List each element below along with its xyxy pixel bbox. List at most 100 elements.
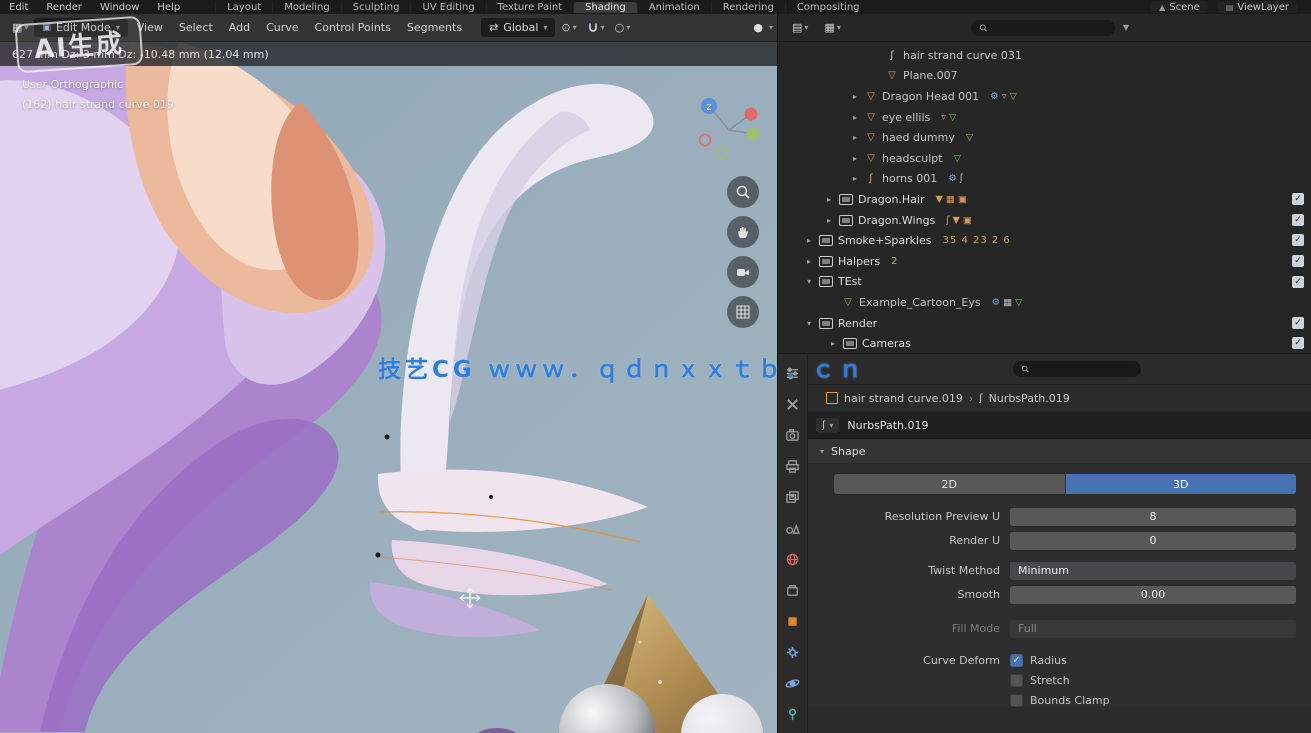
camera-view-button[interactable] <box>727 256 759 288</box>
menu-render[interactable]: Render <box>37 2 91 13</box>
proportional-editing-button[interactable]: ○ ▾ <box>611 19 635 36</box>
expand-arrow-icon[interactable]: ▸ <box>850 174 860 183</box>
navigation-gizmo[interactable]: z <box>691 90 763 162</box>
menu-add[interactable]: Add <box>222 18 257 37</box>
snap-button[interactable]: ▾ <box>583 20 609 36</box>
tab-physics[interactable] <box>780 672 806 694</box>
scene-selector[interactable]: ▲ Scene <box>1151 1 1208 13</box>
expand-arrow-icon[interactable]: ▸ <box>824 195 834 204</box>
expand-arrow-icon[interactable]: ▸ <box>804 236 814 245</box>
menu-window[interactable]: Window <box>91 2 148 13</box>
transform-orientation-selector[interactable]: ⇄ Global ▾ <box>481 18 555 37</box>
render-u-field[interactable]: 0 <box>1010 532 1296 550</box>
datablock-browse-button[interactable]: ʃ ▾ <box>816 418 839 433</box>
tab-tool[interactable] <box>780 393 806 415</box>
workspace-tab-sculpting[interactable]: Sculpting <box>341 2 411 13</box>
pivot-point-button[interactable]: ⊙ ▾ <box>557 19 580 36</box>
outliner-row[interactable]: ʃ hair strand curve 031 <box>778 45 1311 66</box>
outliner-row[interactable]: ▸ ▽ eye ellils ▿ ▽ <box>778 107 1311 128</box>
menu-select[interactable]: Select <box>172 18 220 37</box>
workspace-tab-compositing[interactable]: Compositing <box>785 2 871 13</box>
expand-arrow-icon[interactable]: ▸ <box>850 113 860 122</box>
shape-section-header[interactable]: ▾ Shape <box>808 439 1311 464</box>
workspace-tab-rendering[interactable]: Rendering <box>711 2 785 13</box>
outliner-row[interactable]: ▸ Dragon.Hair ▼ ▦ ▣ <box>778 189 1311 210</box>
outliner-search[interactable] <box>971 20 1115 36</box>
outliner-search-input[interactable] <box>992 21 1106 34</box>
gizmo-neg-x-axis[interactable] <box>700 135 711 146</box>
gizmo-x-axis[interactable] <box>745 108 758 121</box>
workspace-tab-modeling[interactable]: Modeling <box>272 2 341 13</box>
collection-visibility-checkbox[interactable] <box>1292 337 1304 349</box>
outliner-row[interactable]: ▸ Halpers 2 <box>778 251 1311 272</box>
radius-checkbox[interactable] <box>1010 654 1023 667</box>
zoom-button[interactable] <box>727 176 759 208</box>
button-3d[interactable]: 3D <box>1066 474 1297 494</box>
expand-arrow-icon[interactable]: ▾ <box>804 319 814 328</box>
outliner-row[interactable]: ▸ ▽ Dragon Head 001 ⚙ ▿ ▽ <box>778 86 1311 107</box>
bounds-clamp-checkbox[interactable] <box>1010 694 1023 707</box>
outliner-row[interactable]: ▸ ▽ haed dummy ▽ <box>778 127 1311 148</box>
expand-arrow-icon[interactable]: ▸ <box>828 339 838 348</box>
collection-visibility-checkbox[interactable] <box>1292 193 1304 205</box>
collection-visibility-checkbox[interactable] <box>1292 214 1304 226</box>
stretch-option[interactable]: Stretch <box>1010 674 1110 687</box>
workspace-tab-layout[interactable]: Layout <box>215 2 272 13</box>
datablock-name[interactable]: NurbsPath.019 <box>847 419 928 432</box>
workspace-tab-texture-paint[interactable]: Texture Paint <box>486 2 574 13</box>
properties-search[interactable] <box>1013 361 1141 377</box>
radius-option[interactable]: Radius <box>1010 654 1110 667</box>
outliner-row[interactable]: ▾ Render <box>778 313 1311 334</box>
menu-control-points[interactable]: Control Points <box>308 18 398 37</box>
menu-help[interactable]: Help <box>148 2 189 13</box>
properties-search-input[interactable] <box>1034 363 1133 376</box>
outliner-row[interactable]: ▸ Smoke+Sparkles 35 4 23 2 6 <box>778 230 1311 251</box>
tab-scene[interactable] <box>780 517 806 539</box>
outliner-row[interactable]: ▽ Example_Cartoon_Eys ⚙ ▦ ▽ <box>778 292 1311 313</box>
menu-segments[interactable]: Segments <box>400 18 469 37</box>
workspace-tab-shading[interactable]: Shading <box>573 2 637 13</box>
smooth-field[interactable]: 0.00 <box>1010 586 1296 604</box>
tab-collection-properties[interactable] <box>780 579 806 601</box>
collection-visibility-checkbox[interactable] <box>1292 276 1304 288</box>
tab-render[interactable] <box>780 424 806 446</box>
fill-mode-dropdown[interactable]: Full <box>1010 620 1296 638</box>
outliner-row[interactable]: ▽ Plane.007 <box>778 66 1311 87</box>
breadcrumb-object[interactable]: hair strand curve.019 <box>844 392 963 405</box>
outliner-row[interactable]: ▸ ▽ headsculpt ▽ <box>778 148 1311 169</box>
bounds-clamp-option[interactable]: Bounds Clamp <box>1010 694 1110 707</box>
outliner-editor-type-button[interactable]: ▤ ▾ <box>788 19 812 36</box>
filter-icon[interactable]: ▼ <box>1123 23 1129 32</box>
gizmo-y-axis[interactable] <box>747 128 760 141</box>
resolution-preview-field[interactable]: 8 <box>1010 508 1296 526</box>
expand-arrow-icon[interactable]: ▾ <box>804 277 814 286</box>
workspace-tab-animation[interactable]: Animation <box>637 2 711 13</box>
menu-edit[interactable]: Edit <box>0 2 37 13</box>
menu-curve[interactable]: Curve <box>259 18 305 37</box>
tab-world[interactable] <box>780 548 806 570</box>
outliner-row[interactable]: ▸ ʃ horns 001 ⚙ ʃ <box>778 169 1311 190</box>
collection-visibility-checkbox[interactable] <box>1292 255 1304 267</box>
expand-arrow-icon[interactable]: ▸ <box>804 257 814 266</box>
chevron-down-icon[interactable]: ▾ <box>769 23 773 32</box>
collection-visibility-checkbox[interactable] <box>1292 234 1304 246</box>
breadcrumb-data[interactable]: NurbsPath.019 <box>989 392 1070 405</box>
pan-button[interactable] <box>727 216 759 248</box>
tab-view-layer[interactable] <box>780 486 806 508</box>
tab-object-properties[interactable] <box>780 610 806 632</box>
tab-output[interactable] <box>780 455 806 477</box>
expand-arrow-icon[interactable]: ▸ <box>850 133 860 142</box>
twist-method-dropdown[interactable]: Minimum <box>1010 562 1296 580</box>
3d-viewport[interactable]: 627 mm Dz: 3 mm Dz: -10.48 mm (12.04 mm)… <box>0 42 777 733</box>
tab-modifiers[interactable] <box>780 641 806 663</box>
expand-arrow-icon[interactable]: ▸ <box>850 154 860 163</box>
expand-arrow-icon[interactable]: ▸ <box>850 92 860 101</box>
expand-arrow-icon[interactable]: ▸ <box>824 216 834 225</box>
gizmo-neg-y-axis[interactable] <box>716 148 727 159</box>
shading-sphere-icon[interactable]: ● <box>753 21 763 34</box>
toggle-perspective-button[interactable] <box>727 296 759 328</box>
outliner-row[interactable]: ▸ Dragon.Wings ʃ ▼ ▣ <box>778 210 1311 231</box>
viewlayer-selector[interactable]: ▤ ViewLayer <box>1218 1 1297 13</box>
button-2d[interactable]: 2D <box>834 474 1065 494</box>
workspace-tab-uv-editing[interactable]: UV Editing <box>410 2 485 13</box>
